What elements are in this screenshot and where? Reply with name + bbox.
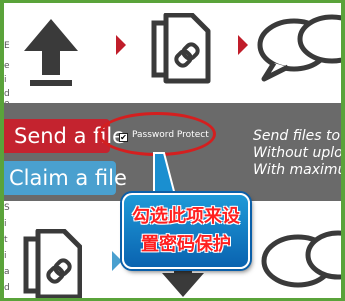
canvas: E e i d e n s S i t i a d bbox=[4, 3, 341, 298]
callout-line: 勾选此项来设 bbox=[132, 206, 240, 227]
annotation-callout: 勾选此项来设 置密码保护 bbox=[122, 193, 250, 269]
callout-line: 置密码保护 bbox=[141, 234, 231, 255]
screenshot-frame: E e i d e n s S i t i a d bbox=[0, 0, 345, 301]
